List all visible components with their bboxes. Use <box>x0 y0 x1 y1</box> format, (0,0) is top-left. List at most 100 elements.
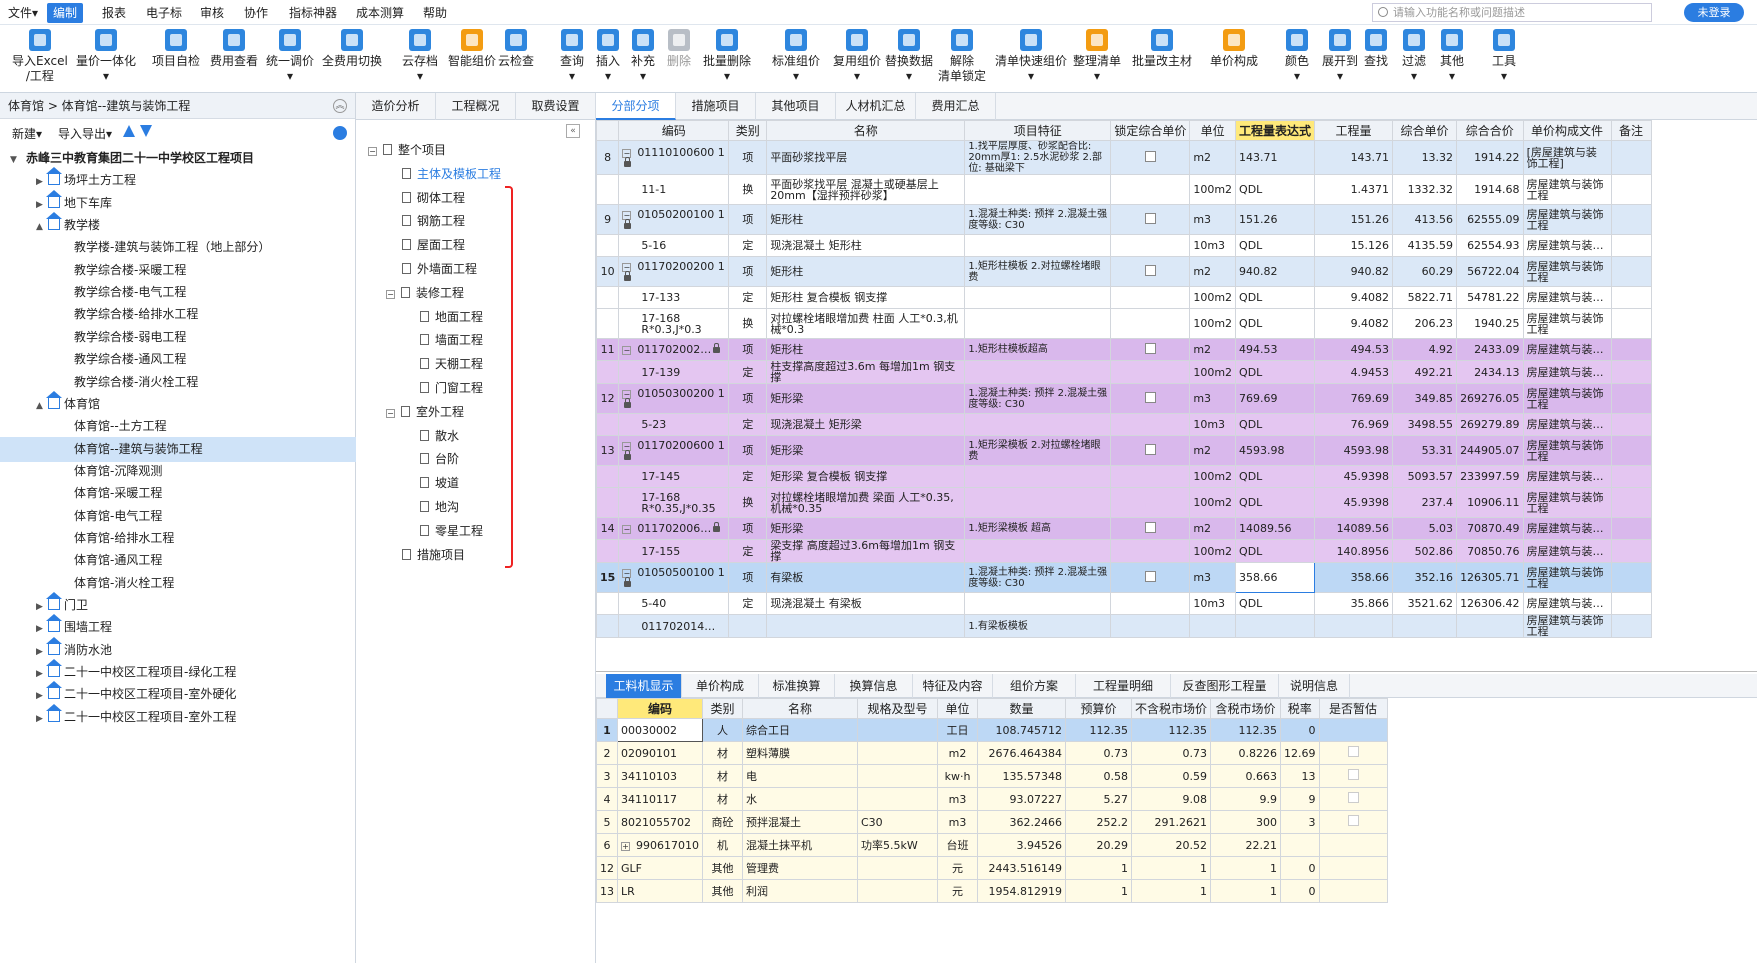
bottom-tab-7[interactable]: 反查图形工程量 <box>1171 674 1279 698</box>
unit-price-button[interactable]: 单价构成 <box>1210 29 1258 69</box>
type-cell[interactable]: 换 <box>728 174 768 205</box>
remark-cell[interactable] <box>1610 338 1652 361</box>
sync-icon[interactable] <box>333 126 347 140</box>
table-row[interactable]: 17-168 R*0.3,J*0.3 换对拉螺栓堵眼增加费 柱面 人工*0.3,机… <box>596 308 1652 339</box>
estimate-cell[interactable] <box>1318 879 1388 903</box>
lock-price-cell[interactable] <box>1110 383 1191 414</box>
feature-cell[interactable]: 1.矩形梁模板 2.对拉螺栓堵眼费 <box>964 435 1112 466</box>
table-row[interactable]: 12−01050300200 1 项矩形梁 1.混凝土种类: 预拌 2.混凝土强度等… <box>596 383 1652 414</box>
feature-cell[interactable] <box>964 234 1112 257</box>
collapse-toggle-icon[interactable]: − <box>386 408 395 418</box>
table-row[interactable]: 9−01050200100 1 项矩形柱 1.混凝土种类: 预拌 2.混凝土强度等级… <box>596 204 1652 235</box>
resource-type-cell[interactable]: 机 <box>702 833 743 857</box>
tab-6[interactable]: 人材机汇总 <box>836 93 916 120</box>
remark-cell[interactable] <box>1610 413 1652 436</box>
filter-button[interactable]: 过滤 ▾ <box>1402 29 1426 84</box>
estimate-cell[interactable] <box>1318 718 1388 742</box>
query-button[interactable]: 查询 ▾ <box>560 29 584 84</box>
insert-button[interactable]: 插入 ▾ <box>596 29 620 84</box>
resource-qty-cell[interactable]: 1954.812919 <box>977 879 1066 903</box>
menu-item-8[interactable]: 帮助 <box>423 4 447 22</box>
type-cell[interactable]: 项 <box>728 517 768 540</box>
resource-qty-cell[interactable]: 93.07227 <box>977 787 1066 811</box>
resource-column-header[interactable]: 税率 <box>1280 698 1320 719</box>
name-cell[interactable]: 平面砂浆找平层 混凝土或硬基层上 20mm【湿拌预拌砂浆】 <box>766 174 966 205</box>
code-cell[interactable]: −01170200200 1 <box>618 256 730 287</box>
unit-cell[interactable] <box>1189 614 1237 638</box>
price-file-cell[interactable]: 房屋建筑与装… <box>1522 465 1612 488</box>
expression-cell[interactable]: QDL <box>1235 174 1316 205</box>
market-price-tax-cell[interactable]: 1 <box>1210 856 1282 880</box>
code-cell[interactable]: −01050300200 1 <box>618 383 730 414</box>
lock-price-cell[interactable] <box>1110 413 1191 436</box>
unit-cell[interactable]: 100m2 <box>1189 487 1237 518</box>
section-tree-item[interactable]: 零星工程 <box>420 521 483 542</box>
section-tree-item[interactable]: 坡道 <box>420 473 459 494</box>
type-cell[interactable]: 项 <box>728 338 768 361</box>
estimate-checkbox[interactable] <box>1347 746 1359 757</box>
bottom-tab-8[interactable]: 说明信息 <box>1279 674 1350 698</box>
tools-button[interactable]: 工具 ▾ <box>1492 29 1516 84</box>
budget-price-cell[interactable]: 20.29 <box>1065 833 1132 857</box>
column-header[interactable]: 类别 <box>728 120 768 141</box>
column-header[interactable]: 编码 <box>618 120 730 141</box>
tab-2[interactable]: 取费设置 <box>516 93 596 120</box>
cloud-check-button[interactable]: 云检查 <box>498 29 534 69</box>
lock-price-checkbox[interactable] <box>1144 151 1156 162</box>
organize-list-button[interactable]: 整理清单 ▾ <box>1073 29 1121 84</box>
name-cell[interactable]: 对拉螺栓堵眼增加费 梁面 人工*0.35,机械*0.35 <box>766 487 966 518</box>
feature-cell[interactable] <box>964 592 1112 615</box>
lock-price-cell[interactable] <box>1110 592 1191 615</box>
collapse-section-tree-icon[interactable]: « <box>566 124 580 138</box>
reuse-price-button[interactable]: 复用组价 ▾ <box>833 29 881 84</box>
resource-name-cell[interactable]: 塑料薄膜 <box>742 741 858 765</box>
market-price-cell[interactable]: 1 <box>1130 856 1212 880</box>
project-tree-item[interactable]: 体育馆-采暖工程 <box>0 481 356 506</box>
quantity-cell[interactable]: 1.4371 <box>1314 174 1394 205</box>
menu-item-0[interactable]: 文件▾ <box>8 4 38 22</box>
quantity-cell[interactable]: 151.26 <box>1314 204 1394 235</box>
resource-spec-cell[interactable] <box>857 856 938 880</box>
column-header[interactable]: 综合合价 <box>1456 120 1524 141</box>
resource-column-header[interactable]: 数量 <box>977 698 1066 719</box>
budget-price-cell[interactable]: 5.27 <box>1065 787 1132 811</box>
code-cell[interactable]: −01170200600 1 <box>618 435 730 466</box>
resource-spec-cell[interactable] <box>857 741 938 765</box>
feature-cell[interactable] <box>964 174 1112 205</box>
market-price-cell[interactable]: 0.73 <box>1130 741 1212 765</box>
resource-qty-cell[interactable]: 108.745712 <box>977 718 1066 742</box>
price-file-cell[interactable]: 房屋建筑与装… <box>1522 338 1612 361</box>
quantity-cell[interactable]: 35.866 <box>1314 592 1394 615</box>
table-row[interactable]: 5-23 定现浇混凝土 矩形梁 10m3 QDL 76.969 3498.55 269279… <box>596 413 1652 436</box>
estimate-cell[interactable] <box>1318 833 1388 857</box>
table-row[interactable]: 14−011702006… 项矩形梁 1.矩形梁模板 超高 m2 14089.56 140… <box>596 517 1652 540</box>
type-cell[interactable]: 定 <box>728 286 768 309</box>
unit-cell[interactable]: 100m2 <box>1189 174 1237 205</box>
section-tree-item[interactable]: 主体及模板工程 <box>402 164 501 185</box>
remark-cell[interactable] <box>1610 383 1652 414</box>
feature-cell[interactable] <box>964 539 1112 563</box>
expression-cell[interactable]: 4593.98 <box>1235 435 1316 466</box>
code-cell[interactable]: −01110100600 1 <box>618 140 730 175</box>
collapse-toggle-icon[interactable]: − <box>368 147 377 156</box>
unit-cell[interactable]: m2 <box>1189 140 1237 175</box>
feature-cell[interactable]: 1.矩形柱模板超高 <box>964 338 1112 361</box>
feature-cell[interactable]: 1.混凝土种类: 预拌 2.混凝土强度等级: C30 <box>964 383 1112 414</box>
remark-cell[interactable] <box>1610 592 1652 615</box>
resource-name-cell[interactable]: 水 <box>742 787 858 811</box>
name-cell[interactable]: 矩形柱 <box>766 338 966 361</box>
cloud-save-button[interactable]: 云存档 ▾ <box>402 29 438 84</box>
remark-cell[interactable] <box>1610 204 1652 235</box>
expression-cell[interactable]: 769.69 <box>1235 383 1316 414</box>
code-cell[interactable]: −01050200100 1 <box>618 204 730 235</box>
resource-column-header[interactable]: 编码 <box>617 698 703 719</box>
lock-price-checkbox[interactable] <box>1144 392 1156 403</box>
type-cell[interactable]: 项 <box>728 256 768 287</box>
section-tree-item[interactable]: 砌体工程 <box>402 188 465 209</box>
price-file-cell[interactable]: 房屋建筑与装饰工程 <box>1522 174 1612 205</box>
table-row[interactable]: 8−01110100600 1 项平面砂浆找平层 1.找平层厚度、砂浆配合比: 20… <box>596 140 1652 175</box>
quantity-cell[interactable]: 140.8956 <box>1314 539 1394 563</box>
resource-name-cell[interactable]: 预拌混凝土 <box>742 810 858 834</box>
name-cell[interactable]: 现浇混凝土 矩形梁 <box>766 413 966 436</box>
bottom-tab-3[interactable]: 换算信息 <box>835 674 913 698</box>
